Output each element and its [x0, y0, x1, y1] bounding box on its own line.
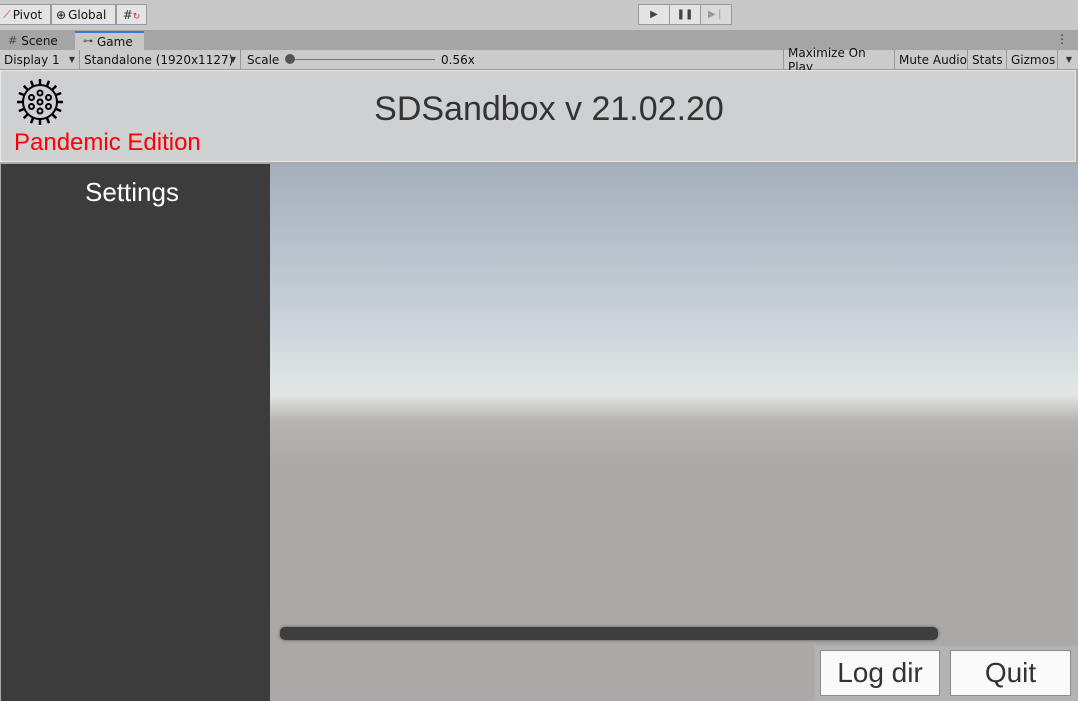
mute-audio-toggle[interactable]: Mute Audio [895, 50, 968, 69]
scale-value: 0.56x [441, 52, 475, 67]
log-dir-button[interactable]: Log dir [820, 650, 940, 696]
global-button[interactable]: ⊕ Global [51, 4, 116, 25]
playback-controls: ▶ ❚❚ ▶❘ [638, 4, 732, 25]
stats-toggle[interactable]: Stats [968, 50, 1007, 69]
quit-button[interactable]: Quit [950, 650, 1071, 696]
app-title: SDSandbox v 21.02.20 [374, 90, 724, 128]
maximize-on-play-toggle[interactable]: Maximize On Play [783, 46, 895, 74]
view-tabs: # Scene ⊶ Game ⋮ [0, 30, 1078, 50]
scale-label: Scale [247, 52, 280, 67]
pause-button[interactable]: ❚❚ [669, 4, 701, 25]
pivot-icon: ⟋ [3, 7, 11, 21]
scale-slider-track[interactable] [290, 59, 435, 60]
settings-panel: Settings [1, 164, 270, 701]
tab-game[interactable]: ⊶ Game [75, 31, 144, 50]
chevron-down-icon: ▼ [68, 55, 75, 64]
play-button[interactable]: ▶ [638, 4, 670, 25]
grid-icon: # [8, 34, 18, 47]
gizmos-toggle[interactable]: Gizmos [1007, 50, 1058, 69]
gizmos-dropdown[interactable]: ▼ [1058, 50, 1078, 69]
resolution-dropdown[interactable]: Standalone (1920x1127) ▼ [80, 50, 241, 69]
step-icon: ▶❘ [707, 9, 725, 20]
tab-scene[interactable]: # Scene [0, 31, 73, 50]
chevron-down-icon: ▼ [229, 55, 236, 64]
tab-menu-icon[interactable]: ⋮ [1056, 32, 1068, 46]
scale-slider-handle[interactable] [285, 54, 295, 64]
display-dropdown[interactable]: Display 1 ▼ [0, 50, 80, 69]
globe-icon: ⊕ [56, 7, 67, 22]
pivot-button[interactable]: ⟋ Pivot [0, 4, 51, 25]
progress-bar [280, 627, 938, 640]
settings-title: Settings [85, 177, 179, 207]
game-view: Pandemic Edition SDSandbox v 21.02.20 Se… [0, 70, 1078, 701]
grid-snap-icon: #↻ [122, 7, 141, 22]
gamepad-icon: ⊶ [83, 36, 93, 47]
scene-viewport [270, 164, 1078, 701]
play-icon: ▶ [650, 9, 658, 20]
edition-label: Pandemic Edition [14, 129, 201, 156]
grid-snap-button[interactable]: #↻ [116, 4, 147, 25]
game-view-controls: Display 1 ▼ Standalone (1920x1127) ▼ Sca… [0, 46, 1078, 74]
step-button[interactable]: ▶❘ [700, 4, 732, 25]
chevron-down-icon: ▼ [1065, 55, 1072, 64]
app-header: Pandemic Edition SDSandbox v 21.02.20 [0, 70, 1076, 162]
pause-icon: ❚❚ [676, 9, 694, 20]
editor-toolbar: ⟋ Pivot ⊕ Global #↻ ▶ ❚❚ ▶❘ [0, 0, 1078, 30]
